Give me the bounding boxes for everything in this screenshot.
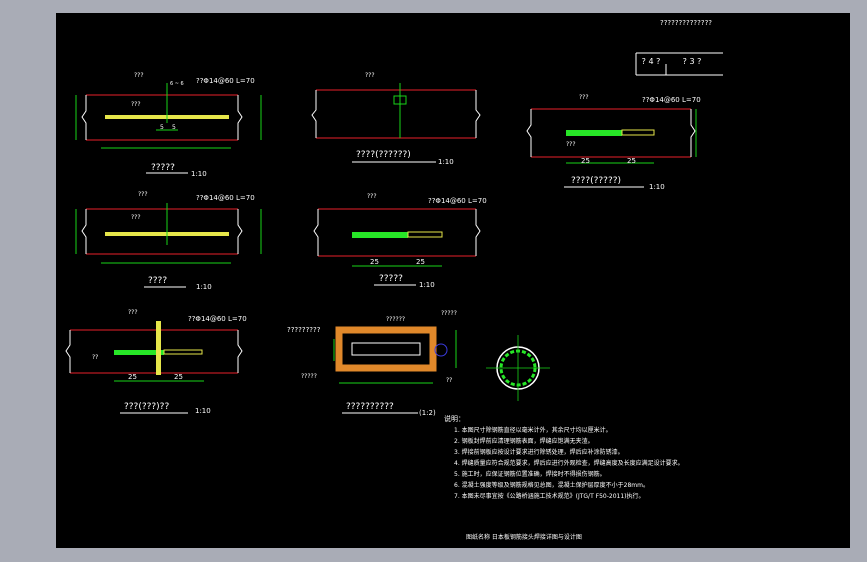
detail-7-long-label: ?????????: [287, 326, 321, 334]
note-6: 6. 混凝土强度等级及钢筋规格见总图，混凝土保护层厚度不小于28mm。: [454, 481, 649, 489]
detail-7-title: ??????????: [346, 402, 394, 412]
detail-3-scale: 1:10: [649, 183, 665, 191]
detail-4-weld: ???: [131, 214, 141, 221]
detail-4: ??? ??Φ14@60 L=70 ??? ???? 1:10: [75, 191, 262, 291]
dim-25d: 25: [416, 258, 425, 266]
note-3: 3. 焊接前钢板应按设计要求进行除锈处理，焊后应补涂防锈漆。: [454, 448, 624, 456]
detail-7-short-label: ?????: [441, 310, 457, 317]
detail-6-callout: ???: [128, 309, 138, 316]
rebar-vertical: [156, 321, 161, 375]
title-block-cell-2: ? 3 ?: [683, 57, 702, 66]
detail-6-small: ??: [92, 354, 98, 361]
note-5: 5. 施工时，应保证钢筋位置准确，焊接时不得损伤钢筋。: [454, 470, 606, 478]
detail-5: 25 25 ??? ??Φ14@60 L=70 ????? 1:10: [313, 193, 487, 289]
detail-5-scale: 1:10: [419, 281, 435, 289]
detail-3-rebar: ??Φ14@60 L=70: [642, 96, 701, 104]
detail-2-title: ????(??????): [356, 150, 411, 160]
tube-section: [335, 326, 437, 372]
detail-7-steel-label: ??????: [386, 316, 405, 323]
callout-weld: ???: [134, 72, 144, 79]
detail-6-scale: 1:10: [195, 407, 211, 415]
detail-2-callout: ???: [365, 72, 375, 79]
steel-plate-5: [352, 232, 408, 238]
detail-5-callout: ???: [367, 193, 377, 200]
drawing-sheet: ?????????????? ? 4 ? ? 3 ? 5 5 ??? 6 ~ 6…: [56, 13, 850, 548]
detail-1: 5 5 ??? 6 ~ 6 ??Φ14@60 L=70 ??? ????? 1:…: [75, 72, 262, 178]
dim-25b: 25: [627, 157, 636, 165]
detail-6-title: ???(???)??: [124, 402, 169, 412]
footer-caption: 图纸名称 日本板钢筋接头焊接详图与设计图: [466, 533, 582, 541]
note-2: 2. 钢板封焊前应清理钢筋表面，焊缝应饱满无夹渣。: [454, 437, 594, 445]
title-block: ? 4 ? ? 3 ?: [635, 52, 723, 76]
note-4: 4. 焊缝质量应符合规范要求，焊后应进行外观检查，焊缝高度及长度应满足设计要求。: [454, 459, 684, 467]
callout-weld-size: 6 ~ 6: [170, 81, 184, 87]
detail-4-scale: 1:10: [196, 283, 212, 291]
detail-6-rebar: ??Φ14@60 L=70: [188, 315, 247, 323]
detail-4-callout: ???: [138, 191, 148, 198]
sheet-title: ??????????????: [660, 19, 712, 27]
title-block-cell-1: ? 4 ?: [642, 57, 661, 66]
note-1: 1. 本图尺寸除钢筋直径以毫米计外，其余尺寸均以厘米计。: [454, 426, 612, 434]
detail-3-weld: ???: [566, 141, 576, 148]
detail-5-title: ?????: [379, 274, 403, 284]
detail-4-title: ????: [148, 276, 167, 286]
pipe-cross-section: [486, 335, 550, 401]
detail-7-end-label: ?????: [301, 373, 317, 380]
detail-7: ????????? ?????? ????? ????? ?? ????????…: [287, 310, 457, 417]
callout-rebar: ??Φ14@60 L=70: [196, 77, 255, 85]
detail-2: ??? ????(??????) 1:10: [311, 72, 481, 166]
cad-drawing: ?????????????? ? 4 ? ? 3 ? 5 5 ??? 6 ~ 6…: [65, 19, 723, 541]
callout-weld-steel: ???: [131, 101, 141, 108]
detail-5-rebar: ??Φ14@60 L=70: [428, 197, 487, 205]
dim-25c: 25: [370, 258, 379, 266]
detail-4-rebar: ??Φ14@60 L=70: [196, 194, 255, 202]
detail-3-title: ????(?????): [571, 176, 621, 186]
notes-block: 说明： 1. 本图尺寸除钢筋直径以毫米计外，其余尺寸均以厘米计。 2. 钢板封焊…: [444, 414, 684, 500]
dim-25f: 25: [174, 373, 183, 381]
dim-5a: 5: [160, 124, 164, 131]
detail-1-title: ?????: [151, 163, 175, 173]
detail-6: 25 25 ??? ??Φ14@60 L=70 ?? ???(???)?? 1:…: [65, 309, 247, 415]
detail-2-scale: 1:10: [438, 158, 454, 166]
detail-7-scale: (1:2): [419, 409, 436, 417]
detail-3: 25 25 ??? ??Φ14@60 L=70 ??? ????(?????) …: [526, 94, 701, 191]
note-7: 7. 本图未尽事宜按《公路桥涵施工技术规范》(JTG/T F50-2011)执行…: [454, 492, 645, 500]
detail-3-callout: ???: [579, 94, 589, 101]
notes-heading: 说明：: [444, 414, 465, 423]
detail-7-ratio: ??: [446, 377, 452, 384]
dim-25e: 25: [128, 373, 137, 381]
detail-1-scale: 1:10: [191, 170, 207, 178]
dim-5b: 5: [172, 124, 176, 131]
steel-plate: [566, 130, 622, 136]
dim-25a: 25: [581, 157, 590, 165]
